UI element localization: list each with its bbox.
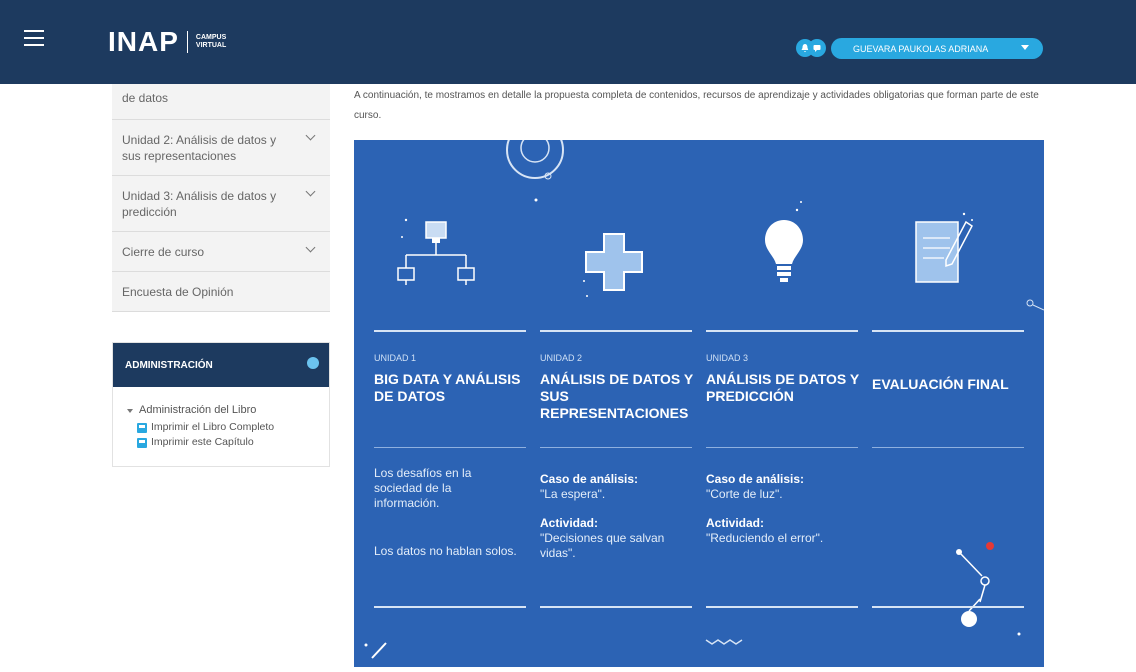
divider (374, 447, 526, 448)
sidebar-item-unit2[interactable]: Unidad 2: Análisis de datos y sus repres… (112, 120, 330, 176)
network-diagram-icon (396, 220, 476, 305)
chevron-down-icon[interactable] (305, 130, 316, 141)
case-text: "La espera". (540, 487, 606, 501)
divider (540, 447, 692, 448)
chevron-down-icon[interactable] (305, 186, 316, 197)
unit-case: Caso de análisis: "Corte de luz". (706, 472, 851, 502)
unit-description-1: Los desafíos en la sociedad de la inform… (374, 466, 472, 510)
divider (872, 447, 1024, 448)
administration-body: Administración del Libro Imprimir el Lib… (113, 387, 329, 466)
administration-title: ADMINISTRACIÓN (125, 360, 213, 371)
sidebar-item-unit1-tail[interactable]: de datos (112, 84, 330, 120)
sidebar-item-survey[interactable]: Encuesta de Opinión (112, 272, 330, 312)
plus-icon (584, 232, 644, 297)
divider (706, 447, 858, 448)
print-chapter-label: Imprimir este Capítulo (151, 436, 254, 448)
logo-subtitle: CAMPUS VIRTUAL (195, 34, 227, 49)
divider (540, 330, 692, 332)
unit-label: UNIDAD 3 (706, 353, 749, 363)
activity-label: Actividad: (540, 516, 599, 530)
message-icon[interactable] (808, 39, 826, 57)
print-book-link[interactable]: Imprimir el Libro Completo (137, 420, 319, 435)
activity-label: Actividad: (706, 516, 765, 530)
unit-title: EVALUACIÓN FINAL (872, 376, 1009, 392)
sidebar-item-label: de datos (122, 91, 169, 105)
book-admin-group[interactable]: Administración del Libro (127, 403, 319, 418)
hamburger-icon[interactable] (24, 30, 44, 48)
unit-title: BIG DATA Y ANÁLISIS DE DATOS (374, 371, 521, 404)
sidebar-item-label: Unidad 3: Análisis de datos y predicción (122, 189, 277, 219)
logo-text: INAP (108, 26, 179, 57)
unit-title: ANÁLISIS DE DATOS Y SUS REPRESENTACIONES (540, 371, 693, 421)
lightbulb-icon (762, 218, 806, 303)
collapse-icon[interactable] (307, 357, 319, 369)
unit-title: ANÁLISIS DE DATOS Y PREDICCIÓN (706, 371, 859, 404)
unit-label: UNIDAD 2 (540, 353, 583, 363)
course-overview-infographic: UNIDAD 1 BIG DATA Y ANÁLISIS DE DATOS Lo… (354, 140, 1044, 667)
divider (872, 606, 1024, 608)
print-chapter-link[interactable]: Imprimir este Capítulo (137, 435, 319, 450)
divider (374, 330, 526, 332)
expand-triangle-icon (127, 408, 133, 413)
chevron-down-icon[interactable] (305, 242, 316, 253)
book-admin-label: Administración del Libro (139, 404, 257, 416)
divider (706, 330, 858, 332)
divider (540, 606, 692, 608)
activity-text: "Reduciendo el error". (706, 531, 824, 545)
divider (872, 330, 1024, 332)
sidebar-item-label: Cierre de curso (122, 245, 205, 259)
user-name: GUEVARA PAUKOLAS ADRIANA (853, 43, 989, 54)
sidebar-item-label: Unidad 2: Análisis de datos y sus repres… (122, 133, 277, 163)
intro-text: A continuación, te mostramos en detalle … (354, 90, 1039, 121)
print-book-label: Imprimir el Libro Completo (151, 421, 275, 433)
case-label: Caso de análisis: (540, 472, 639, 486)
unit-activity: Actividad: "Reduciendo el error". (706, 516, 851, 546)
administration-block: ADMINISTRACIÓN Administración del Libro … (112, 342, 330, 467)
unit-label: UNIDAD 1 (374, 353, 417, 363)
activity-text: "Decisiones que salvan vidas". (540, 531, 665, 560)
course-navigation: de datos Unidad 2: Análisis de datos y s… (112, 84, 330, 312)
sidebar-item-label: Encuesta de Opinión (122, 285, 234, 299)
user-menu-button[interactable]: GUEVARA PAUKOLAS ADRIANA (831, 38, 1043, 59)
unit-case: Caso de análisis: "La espera". (540, 472, 685, 502)
sidebar-item-course-closing[interactable]: Cierre de curso (112, 232, 330, 272)
site-logo[interactable]: INAP CAMPUS VIRTUAL (108, 26, 228, 58)
divider (706, 606, 858, 608)
sidebar-item-unit3[interactable]: Unidad 3: Análisis de datos y predicción (112, 176, 330, 232)
case-label: Caso de análisis: (706, 472, 805, 486)
administration-header: ADMINISTRACIÓN (113, 343, 329, 387)
logo-divider (186, 31, 188, 53)
top-navbar: INAP CAMPUS VIRTUAL GUEVARA PAUKOLAS ADR… (0, 0, 1136, 84)
unit-activity: Actividad: "Decisiones que salvan vidas"… (540, 516, 685, 561)
chevron-down-icon (1021, 45, 1029, 50)
case-text: "Corte de luz". (706, 487, 783, 501)
print-icon (137, 422, 147, 433)
print-icon (137, 437, 147, 448)
unit-description-2: Los datos no hablan solos. (374, 544, 517, 558)
divider (374, 606, 526, 608)
book-admin-links: Imprimir el Libro Completo Imprimir este… (137, 420, 319, 450)
document-pencil-icon (908, 216, 978, 301)
